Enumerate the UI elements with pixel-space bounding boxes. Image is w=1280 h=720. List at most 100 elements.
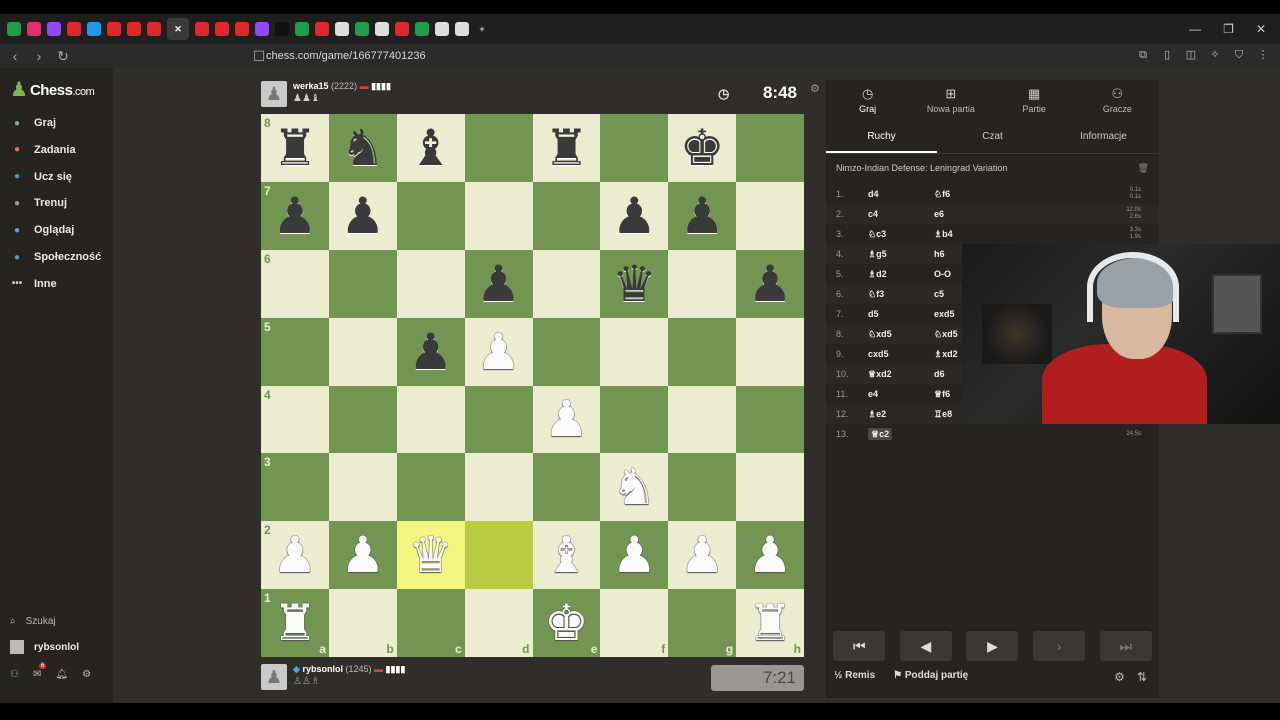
white-move[interactable]: d5 <box>868 309 934 319</box>
black-move[interactable]: ♘f6 <box>934 189 994 200</box>
black-knight-piece[interactable]: ♞ <box>340 123 385 173</box>
black-move[interactable]: ♗b4 <box>934 229 994 240</box>
black-pawn-piece[interactable]: ♟ <box>408 327 453 377</box>
browser-tab-icon[interactable] <box>127 22 141 36</box>
black-queen-piece[interactable]: ♛ <box>612 259 657 309</box>
browser-tab-icon[interactable] <box>195 22 209 36</box>
black-pawn-piece[interactable]: ♟ <box>680 191 725 241</box>
white-pawn-piece[interactable]: ♟ <box>476 327 521 377</box>
active-tab-close-icon[interactable]: ✕ <box>167 18 189 40</box>
square-a2[interactable]: 2 ♟ <box>261 521 329 590</box>
square-g8[interactable]: ♚ <box>668 114 737 182</box>
board-settings-icon[interactable]: ⚙ <box>810 82 820 95</box>
square-a8[interactable]: 8 ♜ <box>261 114 329 182</box>
last-move-button[interactable]: ⏭ <box>1099 631 1152 661</box>
play-button[interactable]: ▶ <box>966 631 1019 661</box>
browser-tab-icon[interactable] <box>147 22 161 36</box>
square-e2[interactable]: ♝ <box>532 521 601 590</box>
square-g4[interactable] <box>668 385 737 454</box>
square-b8[interactable]: ♞ <box>328 114 397 182</box>
white-move[interactable]: cxd5 <box>868 349 934 359</box>
minimize-icon[interactable]: — <box>1189 22 1201 36</box>
white-move[interactable]: ♘c3 <box>868 229 934 240</box>
square-b6[interactable] <box>328 249 397 318</box>
browser-tab-icon[interactable] <box>67 22 81 36</box>
analysis-icon[interactable]: ⚙ <box>1114 670 1125 684</box>
white-move[interactable]: ♘f3 <box>868 289 934 300</box>
white-pawn-piece[interactable]: ♟ <box>273 530 318 580</box>
square-f3[interactable]: ♞ <box>600 453 669 522</box>
white-move[interactable]: d4 <box>868 189 934 199</box>
browser-tab-icon[interactable] <box>395 22 409 36</box>
browser-tab-icon[interactable] <box>7 22 21 36</box>
square-h6[interactable]: ♟ <box>736 249 804 318</box>
user-item[interactable]: rybsonlol <box>10 640 79 654</box>
square-b2[interactable]: ♟ <box>328 521 397 590</box>
top-player-avatar[interactable]: ♟ <box>261 81 287 107</box>
white-move[interactable]: c4 <box>868 209 934 219</box>
first-move-button[interactable]: ⏮ <box>833 631 886 661</box>
chess-board[interactable]: 8 ♜ ♞ ♝ ♜ ♚ 7 ♟ ♟ ♟ ♟ 6 ♟ ♛ ♟ 5 ♟ ♟ 4 ♟ 3 ♞ 2 ♟ ♟ ♛ ♝ ♟ ♟ ♟ 1 a ♜ b c d e ♚ f g… <box>261 114 804 657</box>
white-move[interactable]: ♗d2 <box>868 269 934 280</box>
square-e3[interactable] <box>532 453 601 522</box>
square-c5[interactable]: ♟ <box>396 317 465 386</box>
shield-icon[interactable]: ⛉ <box>1232 48 1246 62</box>
square-d6[interactable]: ♟ <box>464 249 533 318</box>
panel-tab-1[interactable]: ⊞ Nowa partia <box>909 80 992 120</box>
url-field[interactable]: chess.com/game/166777401236 <box>266 44 426 68</box>
square-a7[interactable]: 7 ♟ <box>261 181 329 250</box>
square-g2[interactable]: ♟ <box>668 521 737 590</box>
settings-gear-icon[interactable]: ⚙ <box>82 669 91 680</box>
black-pawn-piece[interactable]: ♟ <box>748 259 793 309</box>
white-bishop-piece[interactable]: ♝ <box>544 530 589 580</box>
square-d1[interactable]: d <box>464 589 533 657</box>
browser-tab-icon[interactable] <box>375 22 389 36</box>
sidebar-item-6[interactable]: ••• Inne <box>10 277 57 291</box>
copilot-icon[interactable]: ✧ <box>1208 48 1222 62</box>
resign-button[interactable]: ⚑ Poddaj partię <box>893 670 968 681</box>
square-h1[interactable]: h ♜ <box>736 589 804 657</box>
black-king-piece[interactable]: ♚ <box>680 123 725 173</box>
square-a1[interactable]: 1 a ♜ <box>261 589 329 657</box>
search-item[interactable]: ⌕ Szukaj <box>10 616 56 627</box>
browser-tab-icon[interactable] <box>215 22 229 36</box>
white-rook-piece[interactable]: ♜ <box>748 598 793 648</box>
panel-tab-2[interactable]: ▦ Partie <box>993 80 1076 120</box>
browser-tab-icon[interactable] <box>107 22 121 36</box>
square-c1[interactable]: c <box>396 589 465 657</box>
browser-tab-icon[interactable] <box>355 22 369 36</box>
square-c8[interactable]: ♝ <box>396 114 465 182</box>
black-pawn-piece[interactable]: ♟ <box>612 191 657 241</box>
square-d8[interactable] <box>464 114 533 182</box>
back-icon[interactable]: ‹ <box>6 48 24 64</box>
browser-tab-icon[interactable] <box>455 22 469 36</box>
white-pawn-piece[interactable]: ♟ <box>544 394 589 444</box>
square-a5[interactable]: 5 <box>261 317 329 386</box>
square-b7[interactable]: ♟ <box>328 181 397 250</box>
white-move[interactable]: ♕xd2 <box>868 369 934 380</box>
panel-tab-0[interactable]: ◷ Graj <box>826 80 909 120</box>
sidebar-item-0[interactable]: ● Graj <box>10 116 56 130</box>
square-g1[interactable]: g <box>668 589 737 657</box>
prev-move-button[interactable]: ◀ <box>899 631 952 661</box>
browser-tab-icon[interactable] <box>275 22 289 36</box>
browser-tab-icon[interactable] <box>315 22 329 36</box>
square-h4[interactable] <box>736 385 804 454</box>
browser-tab-icon[interactable] <box>255 22 269 36</box>
square-d4[interactable] <box>464 385 533 454</box>
flip-board-icon[interactable]: ⇅ <box>1137 670 1147 684</box>
subtab-1[interactable]: Czat <box>937 120 1048 153</box>
white-knight-piece[interactable]: ♞ <box>612 462 657 512</box>
friends-icon[interactable]: ⚇ <box>10 669 19 680</box>
white-move[interactable]: ♗e2 <box>868 409 934 420</box>
square-b1[interactable]: b <box>328 589 397 657</box>
bell-icon[interactable]: 🔔︎ <box>55 669 68 680</box>
square-f7[interactable]: ♟ <box>600 181 669 250</box>
white-move[interactable]: e4 <box>868 389 934 399</box>
square-c7[interactable] <box>396 181 465 250</box>
extensions-icon[interactable]: ⧉ <box>1136 48 1150 62</box>
square-f8[interactable] <box>600 114 669 182</box>
black-pawn-piece[interactable]: ♟ <box>273 191 318 241</box>
browser-tab-icon[interactable] <box>27 22 41 36</box>
white-queen-piece[interactable]: ♛ <box>408 530 453 580</box>
